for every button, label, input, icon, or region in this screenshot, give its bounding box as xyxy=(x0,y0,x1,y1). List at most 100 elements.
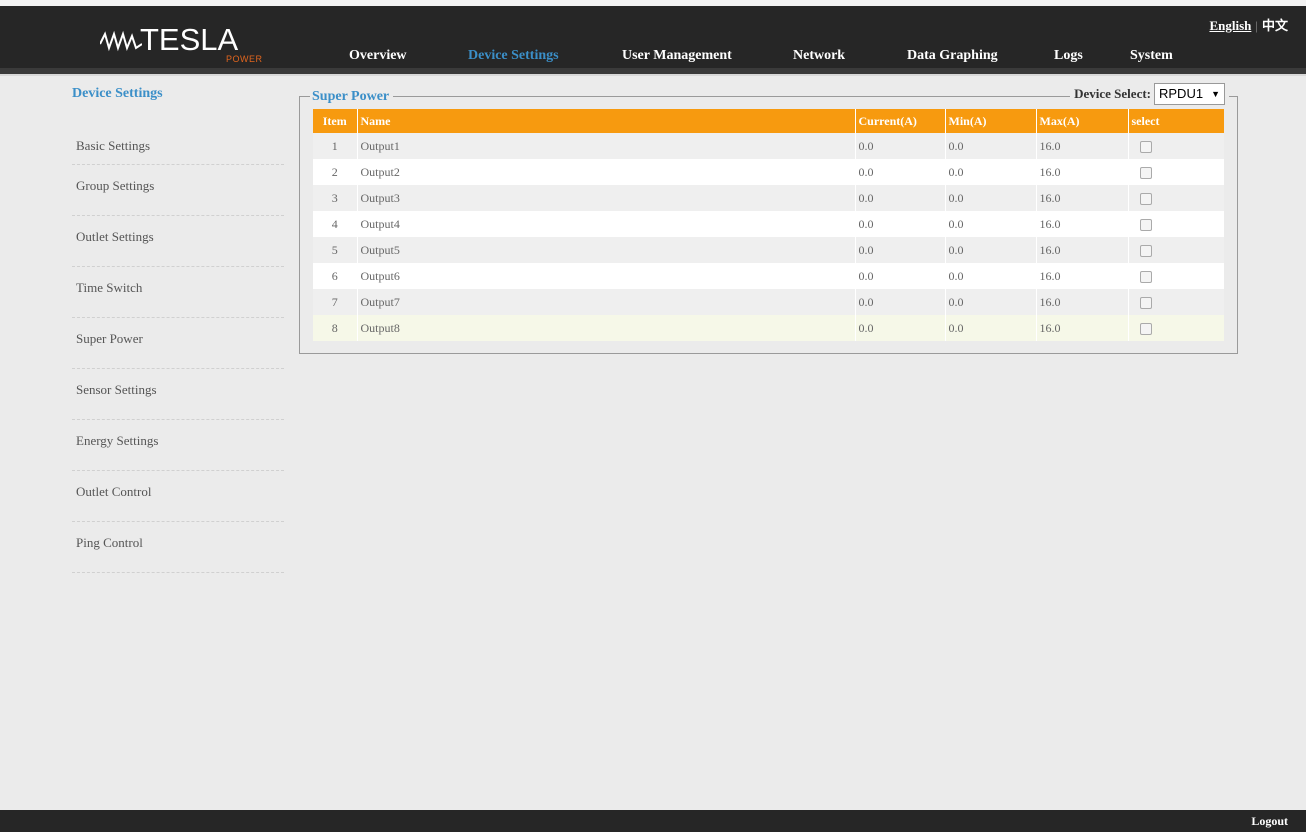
nav-device-settings[interactable]: Device Settings xyxy=(468,48,559,64)
cell-current: 0.0 xyxy=(855,315,946,341)
sidebar-item-basic-settings[interactable]: Basic Settings xyxy=(72,137,284,165)
cell-item: 2 xyxy=(313,159,358,185)
cell-item: 4 xyxy=(313,211,358,237)
cell-name: Output5 xyxy=(357,237,856,263)
sidebar-item-label: Group Settings xyxy=(76,178,155,193)
cell-min: 0.0 xyxy=(945,159,1037,185)
sidebar-item-label: Outlet Settings xyxy=(76,229,154,244)
col-item: Item xyxy=(313,109,358,133)
select-checkbox[interactable] xyxy=(1139,270,1152,283)
cell-name: Output7 xyxy=(357,289,856,315)
cell-select xyxy=(1128,263,1224,289)
nav-overview[interactable]: Overview xyxy=(349,48,407,64)
device-select-label: Device Select: xyxy=(1074,86,1151,101)
cell-max: 16.0 xyxy=(1036,211,1129,237)
sidebar-item-outlet-settings[interactable]: Outlet Settings xyxy=(72,228,284,267)
table-row: 1 Output1 0.0 0.0 16.0 xyxy=(313,133,1224,159)
select-checkbox[interactable] xyxy=(1139,296,1152,309)
super-power-table: Item Name Current(A) Min(A) Max(A) selec… xyxy=(313,109,1224,341)
select-checkbox[interactable] xyxy=(1139,322,1152,335)
sidebar-item-label: Sensor Settings xyxy=(76,382,157,397)
table-row: 5 Output5 0.0 0.0 16.0 xyxy=(313,237,1224,263)
select-checkbox[interactable] xyxy=(1139,192,1152,205)
nav-network[interactable]: Network xyxy=(793,48,845,64)
cell-max: 16.0 xyxy=(1036,263,1129,289)
header-bar: TESLA POWER Overview Device Settings Use… xyxy=(0,6,1306,68)
cell-max: 16.0 xyxy=(1036,133,1129,159)
cell-current: 0.0 xyxy=(855,159,946,185)
cell-item: 5 xyxy=(313,237,358,263)
super-power-panel: Super Power Device Select: RPDU1 ▼ Item … xyxy=(299,83,1238,354)
col-max: Max(A) xyxy=(1036,109,1129,133)
device-select-value: RPDU1 xyxy=(1159,86,1204,101)
panel-legend: Super Power xyxy=(310,88,394,105)
footer-bar: Logout xyxy=(0,810,1306,832)
cell-select xyxy=(1128,185,1224,211)
lang-english[interactable]: English xyxy=(1209,18,1251,33)
sidebar-item-label: Energy Settings xyxy=(76,433,159,448)
lang-chinese[interactable]: 中文 xyxy=(1262,18,1288,33)
cell-current: 0.0 xyxy=(855,211,946,237)
sidebar-item-label: Basic Settings xyxy=(76,138,151,153)
nav-system[interactable]: System xyxy=(1130,48,1173,64)
sidebar-item-label: Outlet Control xyxy=(76,484,152,499)
cell-current: 0.0 xyxy=(855,289,946,315)
cell-name: Output3 xyxy=(357,185,856,211)
cell-max: 16.0 xyxy=(1036,289,1129,315)
cell-min: 0.0 xyxy=(945,289,1037,315)
select-checkbox[interactable] xyxy=(1139,140,1152,153)
cell-item: 7 xyxy=(313,289,358,315)
table-row: 2 Output2 0.0 0.0 16.0 xyxy=(313,159,1224,185)
cell-current: 0.0 xyxy=(855,133,946,159)
dropdown-arrow-icon: ▼ xyxy=(1211,89,1220,99)
col-select: select xyxy=(1128,109,1224,133)
cell-select xyxy=(1128,289,1224,315)
cell-item: 3 xyxy=(313,185,358,211)
cell-current: 0.0 xyxy=(855,237,946,263)
sidebar: Device Settings Basic Settings Group Set… xyxy=(72,86,284,573)
sidebar-title: Device Settings xyxy=(72,86,163,101)
cell-min: 0.0 xyxy=(945,211,1037,237)
sidebar-item-group-settings[interactable]: Group Settings xyxy=(72,177,284,216)
sidebar-item-sensor-settings[interactable]: Sensor Settings xyxy=(72,381,284,420)
sidebar-item-label: Super Power xyxy=(76,331,143,346)
sidebar-item-time-switch[interactable]: Time Switch xyxy=(72,279,284,318)
nav-data-graphing[interactable]: Data Graphing xyxy=(907,48,998,64)
cell-min: 0.0 xyxy=(945,133,1037,159)
cell-max: 16.0 xyxy=(1036,237,1129,263)
sidebar-item-energy-settings[interactable]: Energy Settings xyxy=(72,432,284,471)
select-checkbox[interactable] xyxy=(1139,166,1152,179)
lang-separator: | xyxy=(1255,18,1258,33)
nav-logs[interactable]: Logs xyxy=(1054,48,1083,64)
table-row: 3 Output3 0.0 0.0 16.0 xyxy=(313,185,1224,211)
cell-min: 0.0 xyxy=(945,263,1037,289)
select-checkbox[interactable] xyxy=(1139,218,1152,231)
table-row: 8 Output8 0.0 0.0 16.0 xyxy=(313,315,1224,341)
logo-sub: POWER xyxy=(226,54,263,64)
sidebar-item-outlet-control[interactable]: Outlet Control xyxy=(72,483,284,522)
sidebar-item-super-power[interactable]: Super Power xyxy=(72,330,284,369)
select-checkbox[interactable] xyxy=(1139,244,1152,257)
table-row: 4 Output4 0.0 0.0 16.0 xyxy=(313,211,1224,237)
logo-wave-icon xyxy=(100,30,142,52)
header-underline-light xyxy=(0,74,1306,76)
cell-max: 16.0 xyxy=(1036,315,1129,341)
cell-select xyxy=(1128,315,1224,341)
cell-min: 0.0 xyxy=(945,315,1037,341)
logo-brand: TESLA xyxy=(140,22,239,57)
cell-select xyxy=(1128,133,1224,159)
cell-min: 0.0 xyxy=(945,185,1037,211)
table-row: 6 Output6 0.0 0.0 16.0 xyxy=(313,263,1224,289)
sidebar-item-label: Time Switch xyxy=(76,280,143,295)
sidebar-list: Basic Settings Group Settings Outlet Set… xyxy=(72,137,284,573)
col-name: Name xyxy=(357,109,856,133)
logout-link[interactable]: Logout xyxy=(1251,814,1288,829)
device-select[interactable]: RPDU1 ▼ xyxy=(1154,83,1225,105)
cell-max: 16.0 xyxy=(1036,185,1129,211)
table-header-row: Item Name Current(A) Min(A) Max(A) selec… xyxy=(313,109,1224,133)
cell-item: 1 xyxy=(313,133,358,159)
nav-user-management[interactable]: User Management xyxy=(622,48,732,64)
sidebar-item-ping-control[interactable]: Ping Control xyxy=(72,534,284,573)
col-current: Current(A) xyxy=(855,109,946,133)
col-min: Min(A) xyxy=(945,109,1037,133)
